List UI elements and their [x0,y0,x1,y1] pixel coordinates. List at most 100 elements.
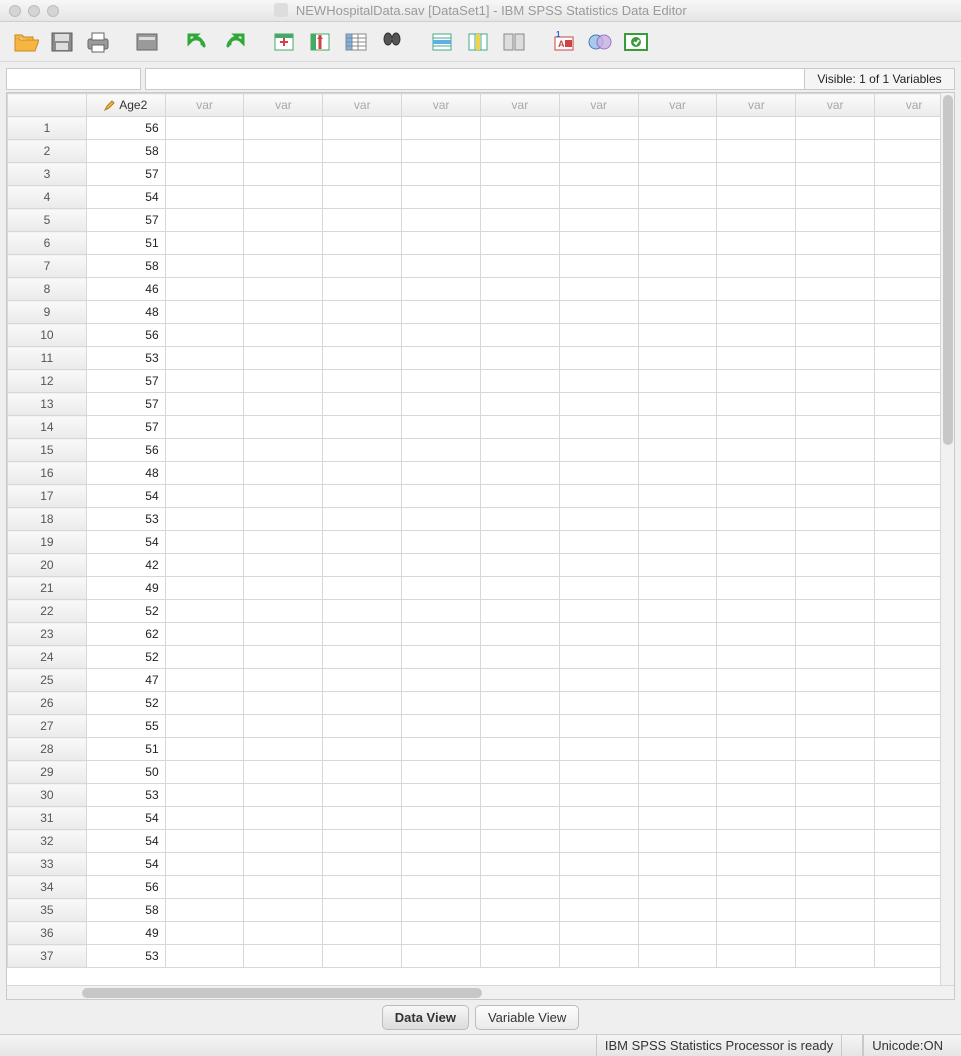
cell[interactable] [717,531,796,554]
cell[interactable] [165,209,244,232]
cell[interactable] [717,945,796,968]
cell[interactable] [717,830,796,853]
cell[interactable] [480,807,559,830]
cell[interactable] [796,807,875,830]
row-header[interactable]: 17 [8,485,87,508]
cell[interactable] [717,623,796,646]
cell[interactable] [559,646,638,669]
cell[interactable]: 54 [86,807,165,830]
cell[interactable] [559,186,638,209]
cell[interactable] [717,416,796,439]
cell[interactable] [638,899,717,922]
cell[interactable] [402,255,481,278]
cell[interactable] [323,370,402,393]
cell[interactable] [165,508,244,531]
cell[interactable] [165,324,244,347]
cell[interactable] [796,416,875,439]
cell[interactable] [165,899,244,922]
column-header-empty[interactable]: var [165,94,244,117]
row-header[interactable]: 28 [8,738,87,761]
cell[interactable] [323,853,402,876]
find-button[interactable] [376,27,408,57]
cell[interactable] [402,922,481,945]
cell[interactable] [402,807,481,830]
cell[interactable] [244,738,323,761]
cell[interactable] [165,807,244,830]
cell[interactable] [244,899,323,922]
cell[interactable]: 56 [86,876,165,899]
cell[interactable] [480,393,559,416]
cell[interactable] [165,945,244,968]
cell[interactable] [480,600,559,623]
cell[interactable]: 54 [86,853,165,876]
cell[interactable] [559,508,638,531]
cell[interactable] [796,347,875,370]
cell[interactable] [480,669,559,692]
cell[interactable] [244,393,323,416]
print-button[interactable] [82,27,114,57]
cell[interactable] [480,209,559,232]
cell[interactable] [480,899,559,922]
cell[interactable] [244,669,323,692]
row-header[interactable]: 23 [8,623,87,646]
cell[interactable] [402,853,481,876]
cell[interactable] [480,945,559,968]
row-header[interactable]: 9 [8,301,87,324]
cell[interactable] [244,370,323,393]
cell[interactable] [323,830,402,853]
open-button[interactable] [10,27,42,57]
cell[interactable] [165,554,244,577]
cell[interactable] [717,899,796,922]
cell[interactable] [638,600,717,623]
cell[interactable] [796,140,875,163]
cell[interactable] [165,393,244,416]
cell[interactable] [638,784,717,807]
cell[interactable] [323,692,402,715]
cell[interactable] [796,370,875,393]
cell[interactable] [244,945,323,968]
cell[interactable] [796,186,875,209]
cell[interactable] [480,439,559,462]
cell[interactable] [559,784,638,807]
cell[interactable] [717,278,796,301]
row-header[interactable]: 7 [8,255,87,278]
cell[interactable] [402,738,481,761]
cell[interactable] [480,347,559,370]
cell[interactable] [796,117,875,140]
cell[interactable] [638,646,717,669]
cell[interactable] [717,324,796,347]
cell[interactable] [402,278,481,301]
cell[interactable] [323,646,402,669]
cell[interactable] [323,163,402,186]
cell[interactable] [638,531,717,554]
cell[interactable] [402,669,481,692]
cell[interactable] [717,370,796,393]
cell[interactable] [796,163,875,186]
cell[interactable] [796,853,875,876]
cell[interactable] [559,370,638,393]
cell[interactable] [480,623,559,646]
row-header[interactable]: 21 [8,577,87,600]
close-window-icon[interactable] [9,5,21,17]
cell[interactable] [796,393,875,416]
cell[interactable] [323,324,402,347]
cell[interactable] [402,301,481,324]
row-header[interactable]: 3 [8,163,87,186]
cell[interactable] [480,554,559,577]
cell[interactable] [480,853,559,876]
cell[interactable] [717,508,796,531]
cell[interactable] [796,508,875,531]
row-header[interactable]: 30 [8,784,87,807]
cell[interactable] [244,462,323,485]
cell[interactable] [480,140,559,163]
vertical-scroll-thumb[interactable] [943,95,953,445]
cell[interactable] [559,738,638,761]
cell[interactable] [559,324,638,347]
cell[interactable] [165,761,244,784]
cell[interactable]: 53 [86,784,165,807]
cell[interactable] [480,255,559,278]
cell[interactable] [796,715,875,738]
cell[interactable] [796,324,875,347]
cell[interactable]: 57 [86,393,165,416]
cell[interactable] [717,577,796,600]
